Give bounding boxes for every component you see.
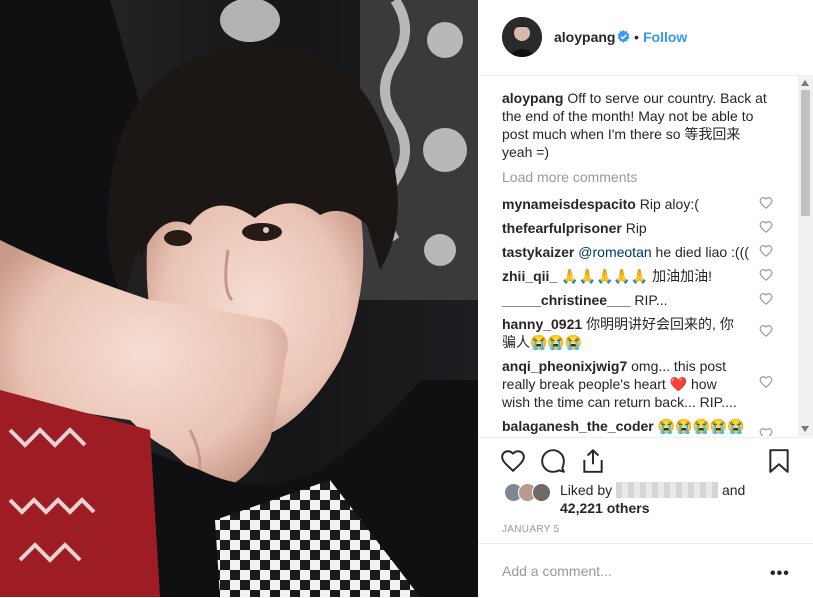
comment-emoji: ❤️ [669, 376, 688, 392]
comment-mention[interactable]: @romeotan [578, 244, 651, 260]
comment-text: Rip [625, 220, 647, 236]
more-options-icon[interactable]: ••• [770, 565, 790, 583]
likes-count[interactable]: 42,221 others [560, 500, 650, 516]
scroll-down-arrow-icon[interactable] [801, 426, 809, 432]
comment-like-heart-icon[interactable] [759, 220, 773, 234]
comment-like-heart-icon[interactable] [759, 375, 773, 389]
post-header: aloypang • Follow [478, 0, 813, 76]
liked-by-label: Liked by [560, 482, 613, 498]
comment-username[interactable]: mynameisdespacito [502, 196, 636, 212]
post-photo[interactable] [0, 0, 478, 597]
likes-summary: Liked by and 42,221 others [502, 478, 792, 518]
post-author-username[interactable]: aloypang [554, 29, 615, 45]
comment-text: RIP... [634, 292, 668, 308]
comment-username[interactable]: hanny_0921 [502, 316, 582, 332]
comment-like-heart-icon[interactable] [759, 196, 773, 210]
comment-like-heart-icon[interactable] [759, 324, 773, 338]
load-more-comments-button[interactable]: Load more comments [502, 169, 637, 185]
comment-icon[interactable] [540, 448, 566, 474]
verified-badge-icon [617, 30, 630, 43]
avatar-image [502, 17, 542, 57]
liked-by-text: Liked by and 42,221 others [560, 481, 790, 517]
comment-like-heart-icon[interactable] [759, 244, 773, 258]
header-separator: • [634, 29, 639, 45]
comment-like-heart-icon[interactable] [759, 427, 773, 436]
comment-username[interactable]: anqi_pheonixjwig7 [502, 358, 627, 374]
selfie-photo-illustration [0, 0, 478, 597]
comment-username[interactable]: balaganesh_the_coder [502, 418, 654, 434]
bookmark-icon[interactable] [766, 448, 792, 474]
avatar[interactable] [502, 17, 542, 57]
comment-like-heart-icon[interactable] [759, 292, 773, 306]
comment-item: balaganesh_the_coder 😭😭😭😭😭 [502, 417, 764, 435]
share-icon[interactable] [580, 448, 606, 474]
comment-username[interactable]: thefearfulprisoner [502, 220, 622, 236]
post-caption: aloypang Off to serve our country. Back … [502, 89, 772, 161]
scrollbar-thumb[interactable] [801, 90, 810, 216]
comments-scrollbar[interactable] [798, 76, 813, 436]
post-details-panel: aloypang • Follow aloypang Off to serve … [478, 0, 813, 597]
liker-avatar[interactable] [532, 483, 551, 502]
heart-icon[interactable] [500, 448, 526, 474]
add-comment-input[interactable]: Add a comment... [502, 563, 732, 579]
comment-username[interactable]: tastykaizer [502, 244, 574, 260]
comment-text: he died liao :((( [655, 244, 749, 260]
comment-item: thefearfulprisoner Rip [502, 219, 764, 237]
comment-item: hanny_0921 你明明讲好会回来的, 你骗人😭😭😭 [502, 315, 742, 351]
comment-item: zhii_qii_ 🙏🙏🙏🙏🙏 加油加油! [502, 267, 764, 285]
post-date[interactable]: JANUARY 5 [502, 524, 559, 535]
add-comment-bar: Add a comment... ••• [478, 543, 813, 598]
and-label: and [721, 482, 746, 498]
follow-button[interactable]: Follow [643, 29, 687, 45]
comment-item: tastykaizer @romeotan he died liao :((( [502, 243, 764, 261]
comment-item: mynameisdespacito Rip aloy:( [502, 195, 764, 213]
liker-username-redacted[interactable] [616, 482, 719, 498]
comment-username[interactable]: _____christinee___ [502, 292, 630, 308]
scroll-up-arrow-icon[interactable] [801, 80, 809, 86]
comment-item: _____christinee___ RIP... [502, 291, 764, 309]
comments-list[interactable]: aloypang Off to serve our country. Back … [478, 76, 798, 436]
comment-username[interactable]: zhii_qii_ [502, 268, 557, 284]
comment-like-heart-icon[interactable] [759, 268, 773, 282]
comment-text: Rip aloy:( [639, 196, 699, 212]
comment-text: 😭😭😭😭😭 [657, 418, 745, 434]
caption-username[interactable]: aloypang [502, 90, 563, 106]
comment-text: 🙏🙏🙏🙏🙏 加油加油! [561, 268, 713, 284]
comment-item: anqi_pheonixjwig7 omg... this post reall… [502, 357, 747, 411]
